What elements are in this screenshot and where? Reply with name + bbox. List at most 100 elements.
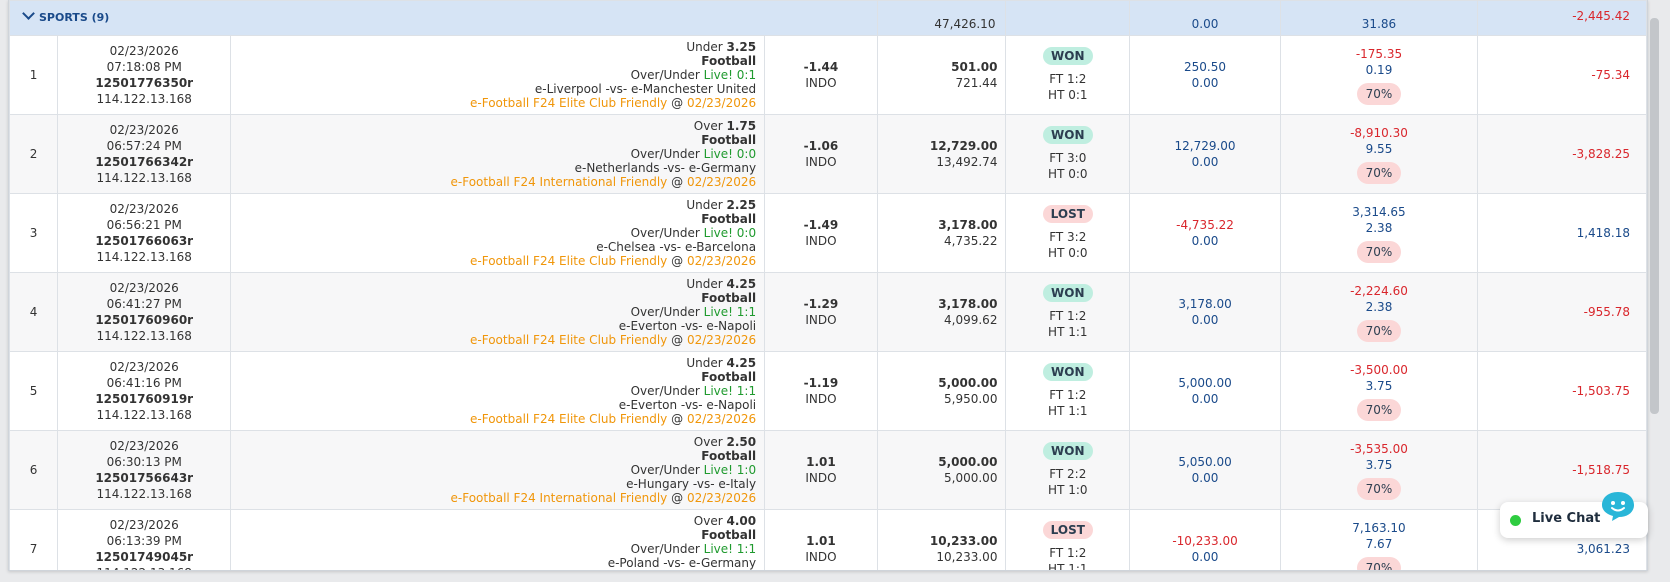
winloss-cell: -10,233.00 0.00 — [1129, 509, 1281, 570]
league-line: e-Football F24 International Friendly @ … — [231, 175, 757, 189]
odds-cell: -1.44 INDO — [764, 35, 878, 115]
table-row[interactable]: 7 02/23/2026 06:13:39 PM 12501749045r 11… — [9, 509, 1647, 571]
actual-stake: 4,099.62 — [944, 313, 998, 327]
odds-cell: 1.01 INDO — [764, 430, 878, 510]
table-row[interactable]: 3 02/23/2026 06:56:21 PM 12501766063r 11… — [9, 193, 1647, 273]
bet-ref[interactable]: 12501776350r — [58, 75, 230, 91]
table-row[interactable]: 1 02/23/2026 07:18:08 PM 12501776350r 11… — [9, 35, 1647, 115]
group-stake-total: 47,426.10 — [876, 0, 1007, 36]
selection: Over 1.75 — [231, 119, 756, 133]
bet-detail-cell: Under 3.25 Football Over/Under Live! 0:1… — [230, 35, 766, 115]
winloss-value: -10,233.00 — [1172, 534, 1238, 548]
market-name: Over/Under — [630, 68, 700, 82]
group-row-sports[interactable]: SPORTS (9) 47,426.10 0.00 31.86 -2,445.4… — [9, 0, 1647, 36]
table-row[interactable]: 6 02/23/2026 06:30:13 PM 12501756643r 11… — [9, 430, 1647, 510]
commission-value: -2,224.60 — [1350, 283, 1408, 298]
match-name: e-Poland -vs- e-Germany — [607, 556, 757, 570]
row-number: 2 — [9, 114, 59, 194]
status-badge: WON — [1043, 47, 1093, 65]
stake-value: 10,233.00 — [929, 534, 998, 548]
selection: Under 2.25 — [231, 198, 756, 212]
odds-type: INDO — [805, 471, 837, 485]
percentage-badge: 70% — [1356, 240, 1402, 263]
vertical-scrollbar[interactable] — [1650, 18, 1659, 414]
winloss-value: 12,729.00 — [1174, 139, 1236, 153]
winloss-value: -4,735.22 — [1176, 218, 1234, 232]
bet-info-cell: 02/23/2026 06:41:27 PM 12501760960r 114.… — [57, 272, 232, 352]
selection-value: 1.75 — [726, 119, 757, 133]
selection-value: 4.25 — [726, 277, 757, 291]
group-toggle[interactable]: SPORTS (9) — [9, 0, 878, 36]
live-score: Live! 0:1 — [703, 68, 757, 82]
sport-name: Football — [701, 370, 757, 384]
at-sign: @ — [671, 570, 683, 571]
group-label: SPORTS (9) — [39, 11, 110, 24]
table-row[interactable]: 4 02/23/2026 06:41:27 PM 12501760960r 11… — [9, 272, 1647, 352]
row-number: 3 — [9, 193, 59, 273]
selection-value: 3.25 — [726, 40, 757, 54]
bet-info-cell: 02/23/2026 06:56:21 PM 12501766063r 114.… — [57, 193, 232, 273]
odds-value: -1.49 — [803, 218, 839, 232]
odds-value: -1.29 — [803, 297, 839, 311]
selection-value: 2.25 — [726, 198, 757, 212]
status-badge: WON — [1043, 284, 1093, 302]
league-name: e-Football F24 Elite Club Friendly — [470, 96, 668, 110]
bet-date: 02/23/2026 — [109, 202, 179, 216]
stake-cell: 501.00 721.44 — [876, 35, 1007, 115]
half-time-score: HT 1:1 — [1048, 404, 1088, 418]
winloss-cell: 250.50 0.00 — [1129, 35, 1281, 115]
bet-ref[interactable]: 12501756643r — [58, 470, 230, 486]
bet-ref[interactable]: 12501760960r — [58, 312, 230, 328]
bet-ref[interactable]: 12501766063r — [58, 233, 230, 249]
commission-value: 7,163.10 — [1352, 520, 1406, 535]
bet-detail-cell: Over 4.00 Football Over/Under Live! 1:1 … — [230, 509, 766, 571]
league-date: 02/23/2026 — [686, 175, 757, 189]
bet-date: 02/23/2026 — [109, 281, 179, 295]
odds-value: 1.01 — [806, 534, 836, 548]
odds-cell: -1.29 INDO — [764, 272, 878, 352]
winloss-secondary: 0.00 — [1191, 392, 1219, 406]
sport-name: Football — [701, 212, 757, 226]
league-name: e-Football F24 Elite Club Friendly — [470, 412, 668, 426]
odds-type: INDO — [805, 392, 837, 406]
winloss-secondary: 0.00 — [1191, 313, 1219, 327]
stake-cell: 12,729.00 13,492.74 — [876, 114, 1007, 194]
half-time-score: HT 1:1 — [1048, 562, 1088, 571]
actual-stake: 10,233.00 — [936, 550, 998, 564]
bet-detail-cell: Under 4.25 Football Over/Under Live! 1:1… — [230, 351, 766, 431]
status-cell: WON FT 2:2 HT 1:0 — [1005, 430, 1131, 510]
bet-list-panel: SPORTS (9) 47,426.10 0.00 31.86 -2,445.4… — [8, 0, 1648, 571]
league-date: 02/23/2026 — [686, 333, 757, 347]
table-row[interactable]: 5 02/23/2026 06:41:16 PM 12501760919r 11… — [9, 351, 1647, 431]
chat-bubble-icon[interactable] — [1600, 490, 1636, 522]
bet-ref[interactable]: 12501749045r — [58, 549, 230, 565]
market: Over/Under Live! 0:0 — [231, 226, 757, 240]
chevron-down-icon — [22, 7, 35, 20]
match-name: e-Liverpool -vs- e-Manchester United — [534, 82, 757, 96]
final-amount: -3,828.25 — [1477, 114, 1647, 194]
winloss-secondary: 0.00 — [1191, 76, 1219, 90]
status-cell: WON FT 3:0 HT 0:0 — [1005, 114, 1131, 194]
odds-cell: -1.06 INDO — [764, 114, 878, 194]
league-date: 02/23/2026 — [686, 491, 757, 505]
league-name: e-Football F24 International Friendly — [450, 175, 668, 189]
status-cell: WON FT 1:2 HT 0:1 — [1005, 35, 1131, 115]
league-name: e-Football F24 International Friendly — [451, 570, 668, 571]
commission-secondary: 2.38 — [1365, 299, 1393, 314]
sport-name: Football — [701, 54, 757, 68]
winloss-cell: 3,178.00 0.00 — [1129, 272, 1281, 352]
percentage-badge: 70% — [1356, 319, 1402, 342]
stake-value: 501.00 — [951, 60, 998, 74]
match-name: e-Everton -vs- e-Napoli — [618, 398, 757, 412]
winloss-secondary: 0.00 — [1191, 550, 1219, 564]
bet-date: 02/23/2026 — [109, 123, 179, 137]
winloss-secondary: 0.00 — [1191, 155, 1219, 169]
full-time-score: FT 2:2 — [1049, 467, 1087, 481]
final-amount: 1,418.18 — [1477, 193, 1647, 273]
bet-ref[interactable]: 12501760919r — [58, 391, 230, 407]
bet-ref[interactable]: 12501766342r — [58, 154, 230, 170]
bet-ip: 114.122.13.168 — [96, 171, 192, 185]
stake-value: 5,000.00 — [938, 376, 998, 390]
table-row[interactable]: 2 02/23/2026 06:57:24 PM 12501766342r 11… — [9, 114, 1647, 194]
stake-value: 3,178.00 — [938, 218, 998, 232]
